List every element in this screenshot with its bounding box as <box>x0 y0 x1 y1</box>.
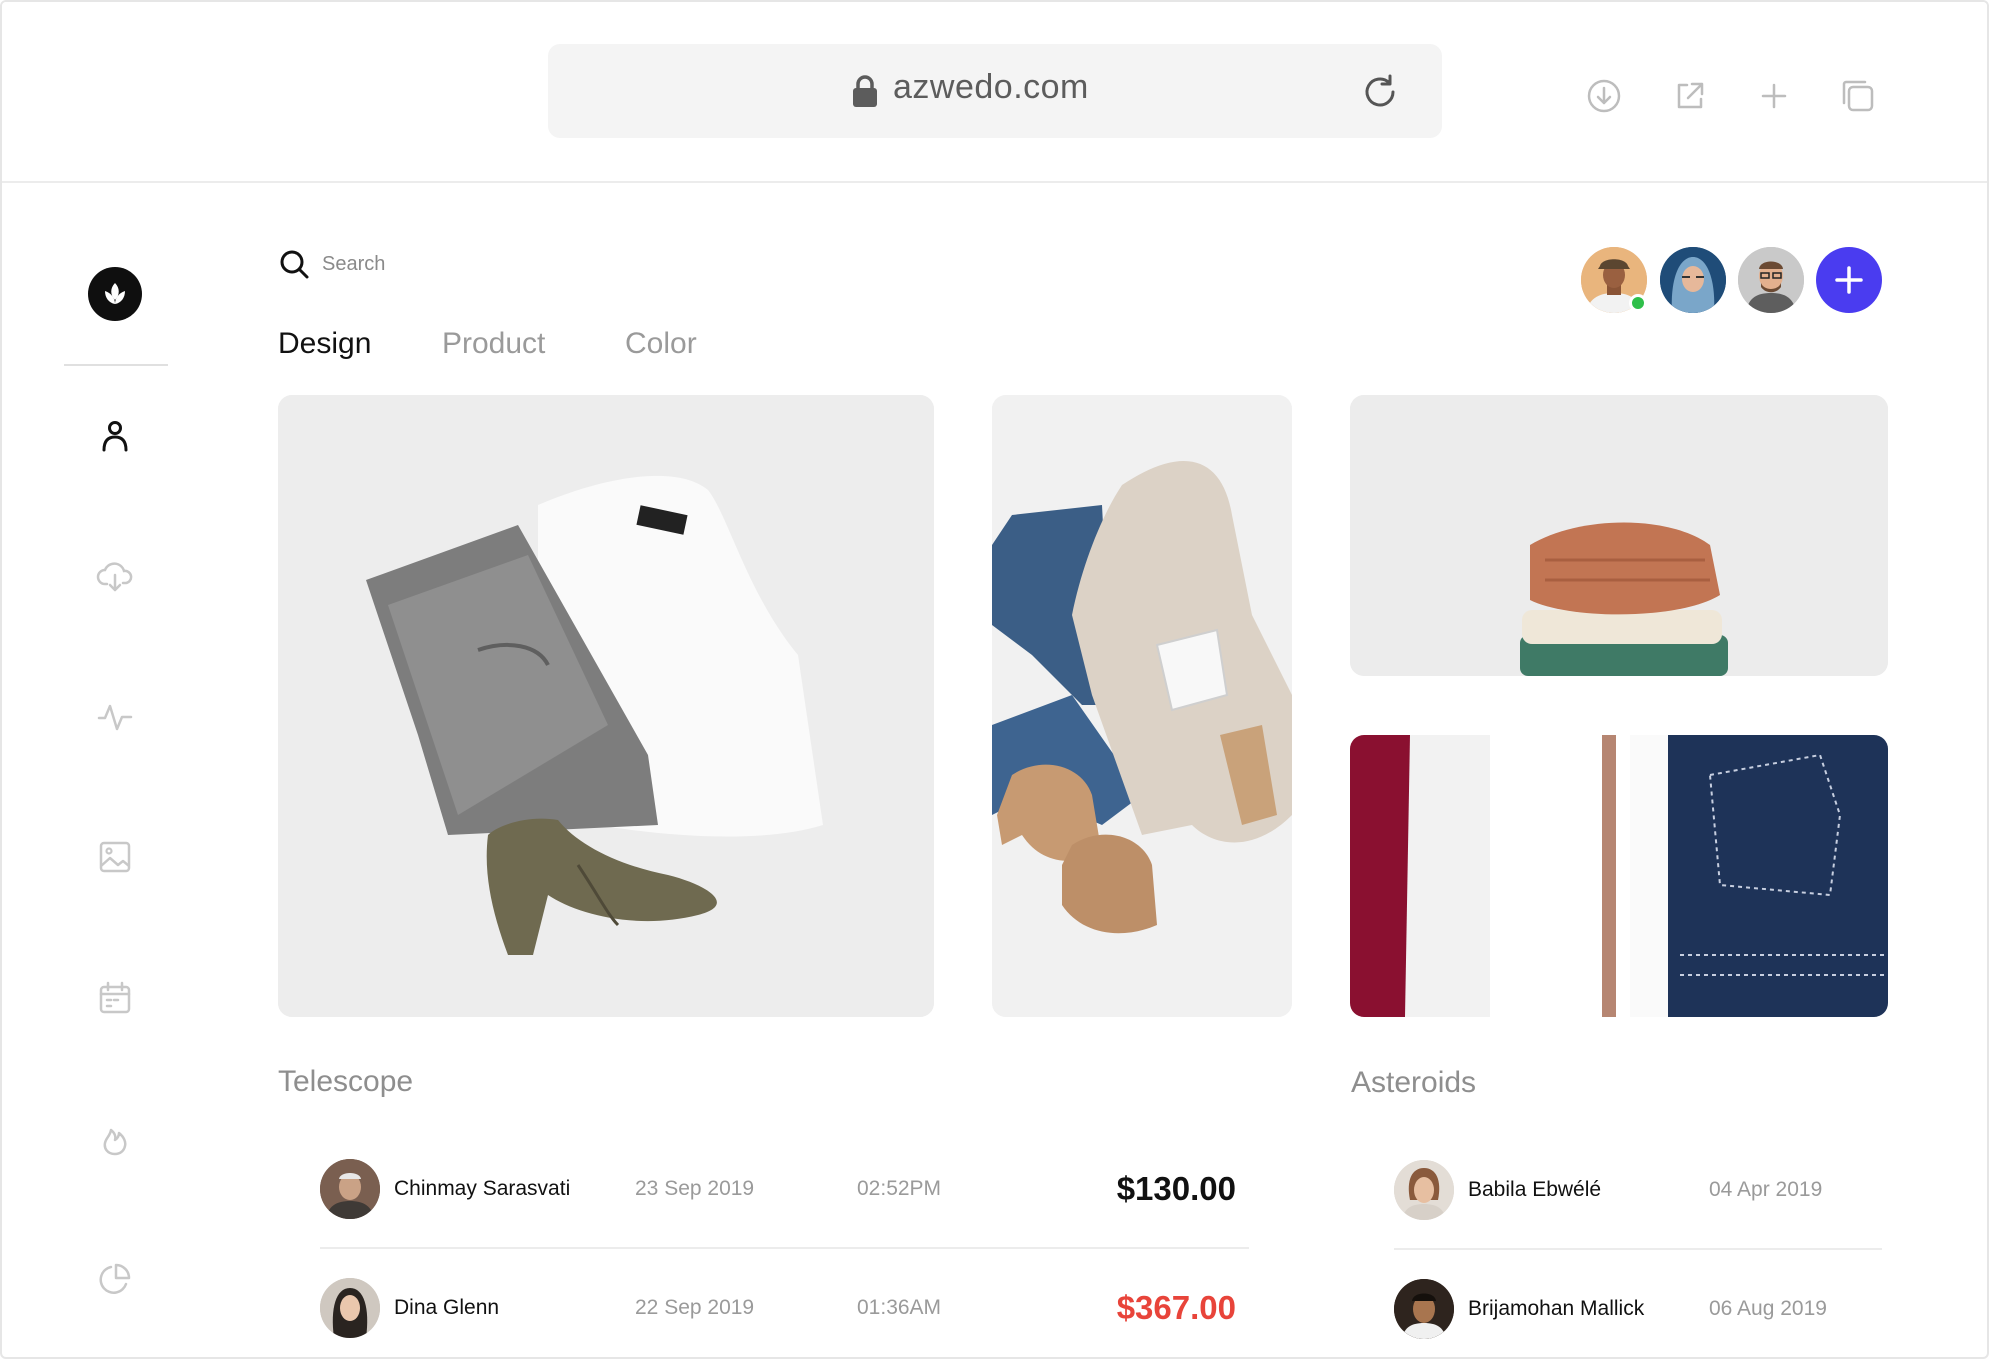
lock-icon <box>853 75 877 107</box>
cloud-download-icon[interactable] <box>96 557 134 595</box>
person-photo <box>1738 247 1804 313</box>
telescope-row-date: 23 Sep 2019 <box>635 1177 755 1200</box>
plus-icon <box>1835 266 1863 294</box>
leaf-logo-icon[interactable] <box>88 267 142 321</box>
telescope-row-time: 01:36AM <box>857 1296 942 1319</box>
app-window: azwedo.com Search Design Product Color T… <box>0 0 1989 1359</box>
browser-toolbar: azwedo.com <box>2 2 1987 183</box>
download-icon[interactable] <box>1584 76 1624 116</box>
photo-illustration <box>992 395 1292 1017</box>
tab-product[interactable]: Product <box>442 327 545 361</box>
telescope-row-time: 02:52PM <box>857 1177 942 1200</box>
asteroids-row-date: 04 Apr 2019 <box>1709 1178 1823 1201</box>
share-icon[interactable] <box>1670 76 1710 116</box>
person-photo <box>1394 1160 1454 1220</box>
sidebar-divider <box>64 364 168 366</box>
leaf-icon <box>105 283 125 304</box>
asteroids-row-date: 06 Aug 2019 <box>1709 1297 1827 1320</box>
user-icon[interactable] <box>96 417 134 455</box>
search-icon[interactable] <box>278 248 310 280</box>
row-divider <box>320 1247 1249 1249</box>
telescope-row-name: Dina Glenn <box>394 1296 500 1319</box>
product-photo-denim-rack[interactable] <box>1350 735 1888 1017</box>
telescope-row-date: 22 Sep 2019 <box>635 1296 755 1319</box>
address-bar[interactable]: azwedo.com <box>548 44 1442 138</box>
product-photo-folded-sweaters[interactable] <box>1350 395 1888 676</box>
asteroids-section-title: Asteroids <box>1351 1066 1477 1099</box>
photo-illustration <box>1350 735 1888 1017</box>
asteroids-row-name: Brijamohan Mallick <box>1468 1297 1645 1320</box>
tab-color[interactable]: Color <box>625 327 697 361</box>
product-photo-jeans-tee-boot[interactable] <box>278 395 934 1017</box>
telescope-row-name: Chinmay Sarasvati <box>394 1177 571 1200</box>
tabs-icon[interactable] <box>1838 76 1878 116</box>
tab-design[interactable]: Design <box>278 327 371 361</box>
activity-icon[interactable] <box>96 698 134 736</box>
image-icon[interactable] <box>96 838 134 876</box>
fire-icon[interactable] <box>96 1120 134 1158</box>
avatar[interactable] <box>1738 247 1804 313</box>
row-divider <box>1394 1248 1882 1250</box>
calendar-icon[interactable] <box>96 979 134 1017</box>
search-input[interactable] <box>322 248 622 280</box>
avatar[interactable] <box>320 1278 380 1338</box>
pie-chart-icon[interactable] <box>96 1260 134 1298</box>
telescope-section-title: Telescope <box>278 1065 414 1098</box>
avatar[interactable] <box>1394 1160 1454 1220</box>
avatar[interactable] <box>320 1159 380 1219</box>
person-photo <box>1660 247 1726 313</box>
person-photo <box>320 1278 380 1338</box>
telescope-row-amount: $130.00 <box>1116 1170 1236 1207</box>
photo-illustration <box>1350 395 1888 676</box>
add-collaborator-button[interactable] <box>1816 247 1882 313</box>
person-photo <box>1394 1279 1454 1339</box>
online-status-dot <box>1629 294 1647 312</box>
avatar[interactable] <box>1394 1279 1454 1339</box>
telescope-row-amount: $367.00 <box>1116 1289 1236 1326</box>
asteroids-row-name: Babila Ebwélé <box>1468 1178 1602 1201</box>
person-photo <box>320 1159 380 1219</box>
sidebar <box>2 185 227 1357</box>
new-tab-icon[interactable] <box>1754 76 1794 116</box>
reload-icon[interactable] <box>1360 72 1400 112</box>
photo-illustration <box>278 395 934 1017</box>
url-text: azwedo.com <box>893 68 1089 106</box>
avatar[interactable] <box>1660 247 1726 313</box>
product-photo-sweater-jeans[interactable] <box>992 395 1292 1017</box>
